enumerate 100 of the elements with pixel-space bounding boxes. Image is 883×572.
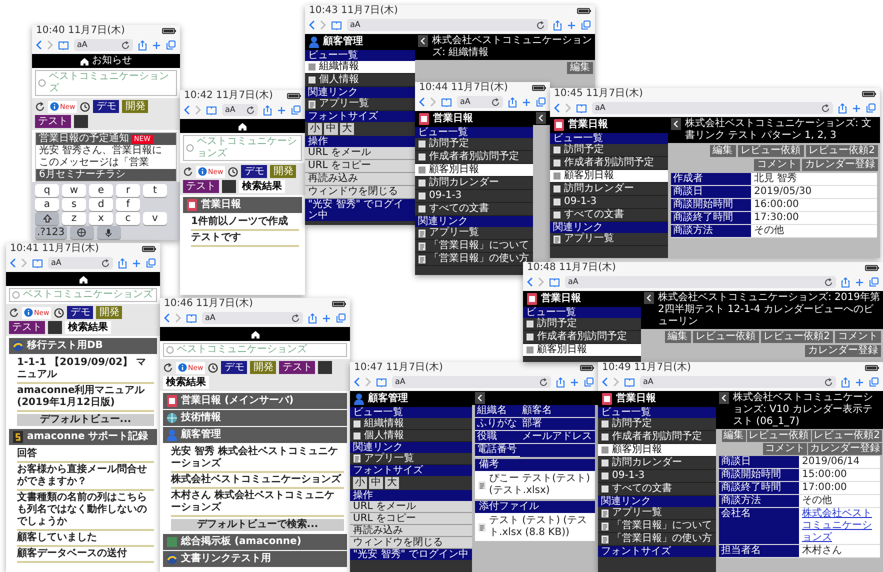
address-field[interactable]: aA [222, 104, 258, 116]
key[interactable]: a [35, 198, 59, 211]
view-item[interactable]: 顧客別日報 [598, 444, 716, 457]
key[interactable]: .?123 [35, 226, 67, 239]
result-link[interactable]: テストです [191, 231, 299, 247]
action-item[interactable]: URL をコピー [305, 160, 415, 173]
link-item[interactable]: アプリ一覧 [415, 227, 533, 240]
action-item[interactable]: ウィンドウを閉じる [350, 537, 472, 549]
view-item[interactable]: 訪問カレンダー [415, 177, 533, 190]
share-icon[interactable] [138, 40, 147, 50]
reload-icon[interactable] [491, 98, 500, 106]
toolbar-button[interactable]: コメント [754, 159, 800, 171]
key[interactable]: w [62, 184, 86, 197]
tab[interactable]: テスト [183, 180, 219, 193]
app-header[interactable]: 技術情報 [163, 410, 347, 426]
tabs-icon[interactable] [866, 103, 876, 113]
result-link[interactable]: 文書種類の名前の列はこちらも列名ではなく動作しないのでしょうか [17, 491, 154, 531]
back-icon[interactable] [36, 40, 42, 50]
tab[interactable]: 開発 [250, 361, 276, 374]
tabs-icon[interactable] [146, 258, 156, 268]
tab[interactable]: 検索結果 [65, 321, 111, 334]
view-item[interactable]: 組織情報 [350, 418, 472, 430]
view-item[interactable]: 訪問カレンダー [550, 183, 668, 196]
address-field[interactable]: aA [457, 96, 503, 108]
tabs-icon[interactable] [581, 20, 591, 30]
back-icon[interactable] [354, 377, 360, 387]
view-item[interactable]: 顧客別日報 [550, 170, 668, 183]
action-item[interactable]: 再読み込み [305, 173, 415, 186]
font-size-button[interactable]: 大 [340, 123, 354, 135]
font-size-button[interactable]: 中 [369, 477, 383, 489]
back-icon[interactable] [10, 258, 16, 268]
app-header[interactable]: 顧客管理 [163, 427, 347, 443]
back-button[interactable] [536, 112, 546, 124]
back-icon[interactable] [554, 103, 560, 113]
key[interactable]: s [62, 198, 86, 211]
key[interactable]: x [89, 212, 113, 225]
key[interactable]: z [62, 212, 86, 225]
refresh-icon[interactable] [9, 308, 19, 318]
book-icon[interactable] [331, 20, 342, 30]
result-link[interactable]: 顧客データベースの送付 [17, 547, 154, 563]
refresh-icon[interactable] [183, 166, 193, 176]
tab[interactable]: テスト [279, 361, 316, 374]
shift-key[interactable] [35, 212, 59, 225]
tab[interactable] [318, 361, 332, 374]
plus-icon[interactable] [567, 20, 576, 30]
address-field[interactable]: aA [640, 376, 836, 388]
app-header[interactable]: 営業日報 (メインサーバ) [163, 393, 347, 409]
default-view-button[interactable]: デフォルトビュー... [17, 414, 154, 426]
tab[interactable]: デモ [93, 100, 120, 113]
app-header[interactable]: 総合掲示板 (amaconne) [163, 534, 347, 550]
address-field[interactable]: aA [202, 312, 303, 324]
font-size-button[interactable]: 小 [308, 123, 322, 135]
tabs-icon[interactable] [869, 377, 879, 387]
book-icon[interactable] [576, 104, 587, 112]
share-icon[interactable] [308, 312, 317, 324]
tab[interactable]: テスト [9, 321, 45, 334]
app-header[interactable]: amaconne サポート記録 [9, 429, 157, 445]
result-link[interactable]: 1件前以ノーツで作成 [191, 215, 299, 231]
toolbar-button[interactable]: 編集 [567, 62, 593, 74]
back-button[interactable] [418, 35, 428, 47]
refresh-icon[interactable] [163, 362, 173, 372]
tab[interactable]: デモ [221, 361, 248, 374]
reload-icon[interactable] [291, 314, 300, 322]
reload-icon[interactable] [824, 378, 833, 386]
action-item[interactable]: URL をメール [305, 147, 415, 160]
default-view-button[interactable]: デフォルトビューで検索... [171, 519, 344, 531]
back-icon[interactable] [309, 20, 315, 30]
tabs-icon[interactable] [291, 105, 301, 115]
result-link[interactable]: 木村さん 株式会社ベストコミュニケーションズ [171, 489, 344, 517]
back-button[interactable] [475, 392, 485, 404]
microphone-key[interactable] [96, 226, 121, 239]
view-item[interactable]: 顧客別日報 [415, 164, 533, 177]
plus-icon[interactable] [855, 378, 864, 386]
clock-icon[interactable] [54, 308, 64, 318]
result-link[interactable]: 1-1-1 【2019/09/02】 マニュアル [17, 356, 154, 384]
back-icon[interactable] [184, 105, 190, 115]
clock-icon[interactable] [208, 362, 218, 372]
link-item[interactable]: アプリ一覧 [550, 233, 668, 246]
key[interactable]: v [143, 212, 167, 225]
view-item[interactable]: 訪問予定 [415, 138, 533, 151]
view-item[interactable]: 09-1-3 [415, 190, 533, 203]
address-field[interactable]: aA [392, 376, 551, 388]
font-size-button[interactable]: 大 [385, 477, 399, 489]
share-icon[interactable] [118, 258, 127, 268]
tab[interactable]: 検索結果 [163, 376, 209, 389]
view-item[interactable]: 09-1-3 [598, 470, 716, 483]
address-field[interactable]: aA [347, 19, 548, 31]
key[interactable]: r [116, 184, 140, 197]
toolbar-button[interactable]: レビュー依頼2 [806, 145, 878, 157]
address-field[interactable]: aA [592, 102, 833, 114]
back-icon[interactable] [602, 377, 608, 387]
share-icon[interactable] [508, 96, 517, 108]
address-field[interactable]: aA [74, 39, 133, 51]
tabs-icon[interactable] [584, 377, 594, 387]
toolbar-button[interactable]: 編集 [664, 331, 691, 343]
back-icon[interactable] [164, 313, 170, 323]
view-item[interactable]: 訪問予定 [523, 318, 641, 331]
view-item[interactable]: 09-1-3 [550, 196, 668, 209]
plus-icon[interactable] [277, 106, 286, 114]
toolbar-button[interactable]: レビュー依頼 [692, 331, 759, 343]
